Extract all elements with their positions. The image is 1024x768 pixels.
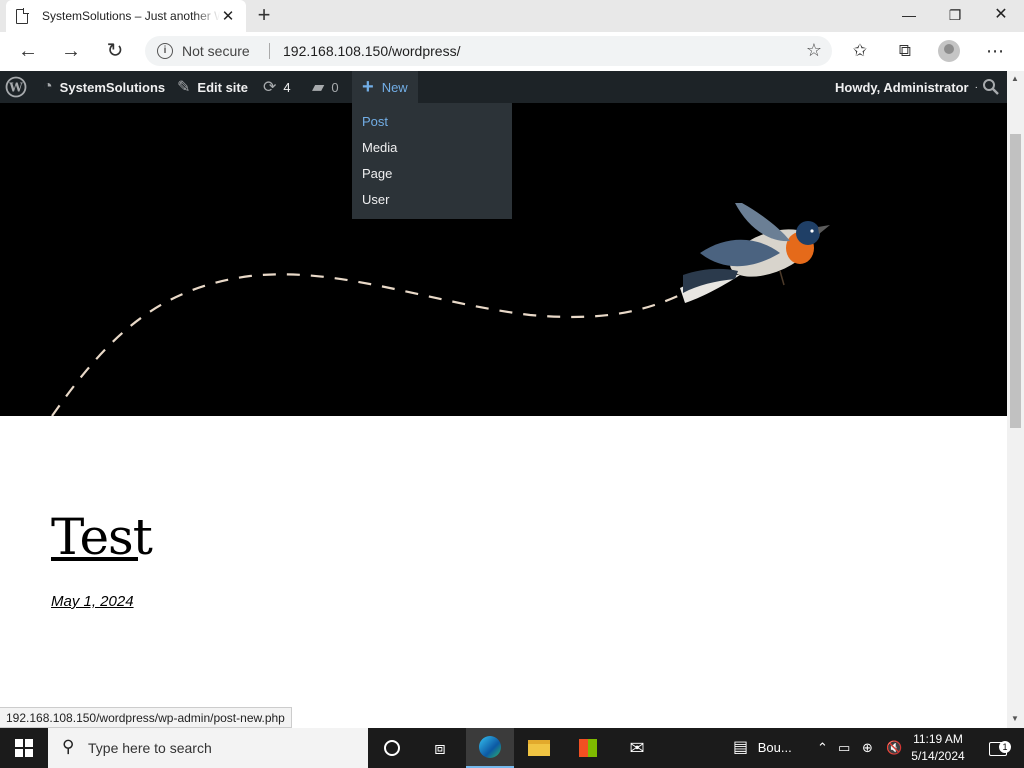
notification-badge: 1 — [999, 741, 1011, 753]
new-content-button[interactable]: + New — [352, 71, 418, 103]
link-status-bar: 192.168.108.150/wordpress/wp-admin/post-… — [0, 707, 292, 728]
close-window-button[interactable]: ✕ — [978, 0, 1024, 30]
comment-icon: ▰ — [312, 79, 325, 96]
app-window-icon: ▤ — [733, 739, 749, 756]
windows-taskbar: ⚲ Type here to search ⧈ ✉ ▤ Bou... ⌃ ▭ ⊕… — [0, 728, 1024, 768]
scrollbar-thumb[interactable] — [1010, 134, 1021, 428]
scroll-up-arrow-icon[interactable]: ▲ — [1011, 74, 1019, 83]
title-underline — [51, 557, 138, 561]
svg-text:W: W — [8, 81, 23, 95]
favorite-star-icon[interactable]: ☆ — [806, 40, 822, 61]
post-date-link[interactable]: May 1, 2024 — [51, 593, 134, 610]
browser-tab-bar: SystemSolutions – Just another WordPress… — [0, 0, 1024, 32]
updates-icon: ⟳ — [263, 79, 277, 96]
taskbar-search-box[interactable]: ⚲ Type here to search — [48, 728, 368, 768]
plus-icon: + — [362, 75, 374, 98]
globe-icon[interactable]: ⊕ — [862, 728, 873, 768]
edit-site-link[interactable]: ✎ Edit site — [177, 71, 248, 103]
comments-count: 0 — [331, 79, 339, 95]
clock-date: 5/14/2024 — [911, 749, 965, 763]
comments-link[interactable]: ▰ 0 — [312, 71, 339, 103]
menu-item-user[interactable]: User — [352, 187, 512, 213]
menu-item-post[interactable]: Post — [352, 109, 512, 135]
taskbar-app-button[interactable]: ▤ Bou... — [733, 728, 792, 768]
new-content-menu: Post Media Page User — [352, 103, 512, 219]
network-icon[interactable]: ▭ — [838, 728, 850, 768]
wp-admin-bar: W ◔ SystemSolutions ✎ Edit site ⟳ 4 ▰ 0 … — [0, 71, 1007, 103]
updates-count: 4 — [283, 79, 291, 95]
menu-item-page[interactable]: Page — [352, 161, 512, 187]
account-dot: · — [974, 81, 978, 93]
app-label: Bou... — [757, 740, 792, 755]
mail-icon[interactable]: ✉ — [613, 728, 661, 768]
page-icon — [16, 8, 29, 24]
edge-app-icon[interactable] — [466, 728, 514, 768]
cortana-icon[interactable] — [368, 728, 416, 768]
show-hidden-icons-chevron-icon[interactable]: ⌃ — [817, 728, 828, 768]
clock-time: 11:19 AM — [913, 732, 963, 746]
dashboard-icon: ◔ — [43, 78, 53, 95]
security-label: Not secure — [182, 43, 250, 59]
menu-item-media[interactable]: Media — [352, 135, 512, 161]
edit-site-label: Edit site — [197, 79, 248, 95]
search-icon: ⚲ — [62, 737, 75, 756]
tab-title: SystemSolutions – Just another WordPress… — [42, 9, 220, 23]
notifications-icon[interactable]: 1 — [984, 728, 1012, 768]
search-icon[interactable] — [982, 71, 1000, 103]
more-menu-icon[interactable]: ⋯ — [980, 36, 1010, 66]
system-clock[interactable]: 11:19 AM 5/14/2024 — [900, 731, 976, 765]
url-text[interactable]: 192.168.108.150/wordpress/ — [283, 43, 460, 59]
store-icon[interactable] — [564, 728, 612, 768]
scroll-down-arrow-icon[interactable]: ▼ — [1011, 714, 1019, 723]
new-label: New — [381, 79, 408, 95]
info-icon[interactable]: i — [157, 43, 173, 59]
file-explorer-icon[interactable] — [515, 728, 563, 768]
task-view-icon[interactable]: ⧈ — [416, 728, 464, 768]
site-name-link[interactable]: ◔ SystemSolutions — [43, 71, 165, 103]
divider — [269, 43, 270, 59]
restore-button[interactable]: ❐ — [932, 0, 978, 30]
favorites-icon[interactable]: ✩ — [845, 36, 875, 66]
profile-avatar[interactable] — [938, 40, 960, 62]
browser-tab[interactable]: SystemSolutions – Just another WordPress… — [6, 0, 246, 32]
forward-button[interactable]: → — [56, 36, 86, 66]
browser-toolbar: ← → ↻ i Not secure 192.168.108.150/wordp… — [0, 32, 1024, 71]
tab-close-icon[interactable]: ✕ — [220, 7, 236, 25]
updates-link[interactable]: ⟳ 4 — [263, 71, 291, 103]
collections-icon[interactable]: ⧉ — [890, 36, 920, 66]
brush-icon: ✎ — [177, 79, 191, 96]
refresh-button[interactable]: ↻ — [100, 36, 130, 66]
back-button[interactable]: ← — [13, 36, 43, 66]
address-bar[interactable]: i Not secure 192.168.108.150/wordpress/ … — [145, 36, 832, 66]
minimize-button[interactable]: — — [886, 0, 932, 30]
site-name: SystemSolutions — [59, 79, 166, 95]
wordpress-logo-icon[interactable]: W — [5, 71, 27, 103]
my-account-link[interactable]: Howdy, Administrator · — [835, 71, 978, 103]
new-tab-button[interactable]: + — [252, 3, 276, 27]
start-button[interactable] — [0, 728, 48, 768]
howdy-text: Howdy, Administrator — [835, 79, 969, 95]
search-placeholder: Type here to search — [88, 740, 212, 756]
windows-logo-icon — [15, 739, 33, 757]
